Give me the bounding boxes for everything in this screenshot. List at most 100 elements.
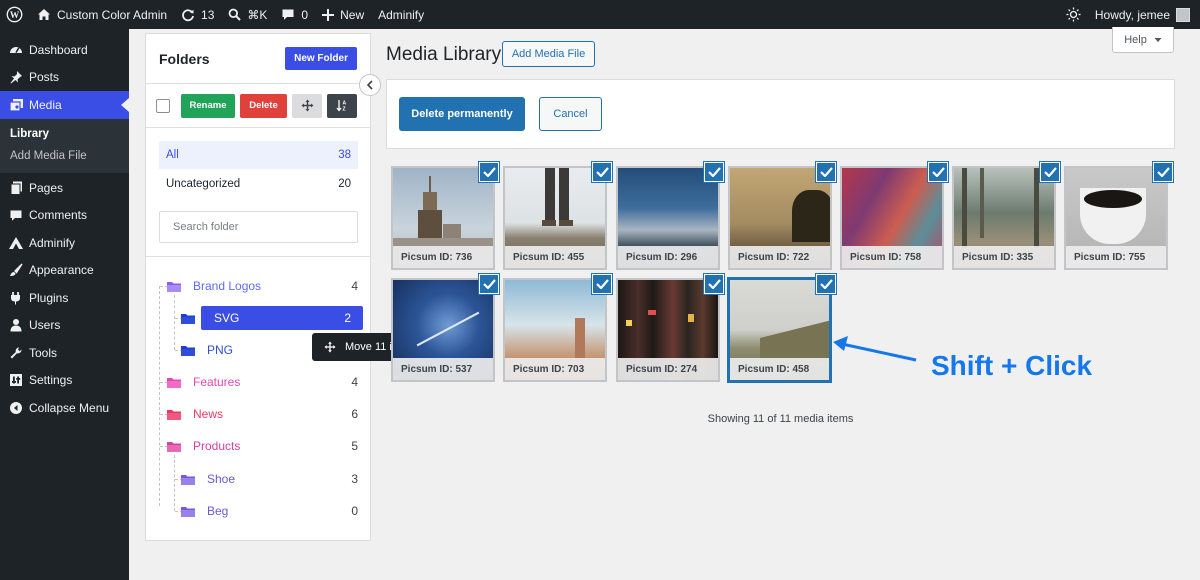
sidebar-item-media[interactable]: Media <box>0 91 129 119</box>
folder-news[interactable]: News 6 <box>167 402 358 426</box>
checkmark-icon[interactable] <box>816 274 836 294</box>
sidebar-item-collapse-menu[interactable]: Collapse Menu <box>0 394 129 422</box>
checkmark-icon[interactable] <box>479 162 499 182</box>
search-link[interactable]: ⌘K <box>221 0 274 29</box>
move-folder-button[interactable] <box>292 93 322 118</box>
folder-beg[interactable]: Beg 0 <box>181 499 358 523</box>
annotation-text: Shift + Click <box>931 350 1093 381</box>
plugin-icon <box>8 290 24 306</box>
folder-count: 0 <box>351 504 358 518</box>
page-title: Media Library <box>386 44 502 65</box>
sidebar-label: Adminify <box>29 235 76 250</box>
submenu-add-media-file[interactable]: Add Media File <box>0 145 129 167</box>
adminify-link[interactable]: Adminify <box>371 0 431 29</box>
folder-icon <box>181 506 195 517</box>
media-caption: Picsum ID: 537 <box>393 358 493 380</box>
sort-button[interactable]: AZ <box>327 93 357 118</box>
comments-count: 0 <box>301 7 309 22</box>
sidebar-label: Collapse Menu <box>29 400 110 415</box>
sidebar-item-comments[interactable]: Comments <box>0 202 129 230</box>
sidebar-label: Comments <box>29 208 88 223</box>
collapse-panel-button[interactable] <box>359 74 381 96</box>
media-caption: Picsum ID: 758 <box>842 246 942 268</box>
delete-permanently-button[interactable]: Delete permanently <box>399 97 525 131</box>
folder-uncategorized[interactable]: Uncategorized 20 <box>159 170 358 198</box>
uncategorized-count: 20 <box>338 178 351 190</box>
folder-count: 2 <box>344 311 351 325</box>
folder-brand-logos[interactable]: Brand Logos 4 <box>167 274 358 298</box>
folder-shoe[interactable]: Shoe 3 <box>181 467 358 491</box>
folder-svg[interactable]: SVG 2 <box>181 306 358 330</box>
wrench-icon <box>8 345 24 361</box>
folder-all[interactable]: All 38 <box>159 141 358 169</box>
sidebar-item-pages[interactable]: Pages <box>0 174 129 202</box>
home-icon <box>38 9 50 20</box>
checkmark-icon[interactable] <box>592 162 612 182</box>
rename-button[interactable]: Rename <box>181 93 235 118</box>
folder-products[interactable]: Products 5 <box>167 434 358 458</box>
folder-label: Products <box>193 439 241 453</box>
pin-icon <box>8 69 24 85</box>
brush-icon <box>8 262 24 278</box>
site-name-link[interactable]: Custom Color Admin <box>30 0 174 29</box>
media-caption: Picsum ID: 458 <box>730 358 829 380</box>
sidebar-label: Tools <box>29 345 58 360</box>
media-submenu: Library Add Media File <box>0 119 129 173</box>
new-folder-button[interactable]: New Folder <box>285 47 357 70</box>
checkmark-icon[interactable] <box>1153 162 1173 182</box>
checkmark-icon[interactable] <box>816 162 836 182</box>
svg-text:Z: Z <box>342 107 345 113</box>
folder-label: SVG <box>214 311 240 325</box>
site-name: Custom Color Admin <box>57 7 168 22</box>
help-button[interactable]: Help <box>1112 27 1174 53</box>
delete-button[interactable]: Delete <box>240 93 287 118</box>
new-label: New <box>340 7 365 22</box>
sidebar-item-appearance[interactable]: Appearance <box>0 257 129 285</box>
checkmark-icon[interactable] <box>704 274 724 294</box>
folder-label: PNG <box>207 343 234 357</box>
wordpress-logo-icon[interactable]: W <box>0 0 30 29</box>
annotation-arrow-icon <box>833 336 917 362</box>
account-menu[interactable]: Howdy, jemee <box>1088 0 1200 29</box>
sidebar-item-plugins[interactable]: Plugins <box>0 284 129 312</box>
checkmark-icon[interactable] <box>479 274 499 294</box>
folders-title: Folders <box>159 50 210 67</box>
updates-count: 13 <box>201 7 215 22</box>
media-caption: Picsum ID: 296 <box>618 246 718 268</box>
collapse-icon <box>8 400 24 416</box>
search-folder-input[interactable]: Search folder <box>159 211 358 243</box>
media-caption: Picsum ID: 736 <box>393 246 493 268</box>
select-all-checkbox[interactable] <box>156 98 170 113</box>
theme-toggle[interactable] <box>1059 0 1088 29</box>
adminify-label: Adminify <box>378 7 425 22</box>
chevron-left-icon <box>366 80 373 90</box>
tree-line <box>174 455 175 511</box>
sidebar-item-users[interactable]: Users <box>0 312 129 340</box>
folder-icon <box>181 474 195 485</box>
updates-link[interactable]: 13 <box>174 0 221 29</box>
cancel-button[interactable]: Cancel <box>539 97 602 131</box>
comments-link[interactable]: 0 <box>274 0 315 29</box>
all-label: All <box>166 149 179 161</box>
checkmark-icon[interactable] <box>592 274 612 294</box>
sidebar-label: Posts <box>29 70 60 85</box>
sidebar-label: Plugins <box>29 290 69 305</box>
folder-count: 4 <box>351 279 358 293</box>
folder-label: Beg <box>207 504 229 518</box>
sidebar-item-adminify[interactable]: Adminify <box>0 229 129 257</box>
add-media-file-button[interactable]: Add Media File <box>502 41 595 67</box>
move-icon <box>301 99 313 112</box>
new-content-link[interactable]: New <box>315 0 371 29</box>
sidebar-item-posts[interactable]: Posts <box>0 64 129 92</box>
sidebar-item-settings[interactable]: Settings <box>0 367 129 395</box>
folder-count: 5 <box>351 439 358 453</box>
folder-features[interactable]: Features 4 <box>167 370 358 394</box>
submenu-library[interactable]: Library <box>0 123 129 145</box>
checkmark-icon[interactable] <box>704 162 724 182</box>
sidebar-item-dashboard[interactable]: Dashboard <box>0 36 129 64</box>
checkmark-icon[interactable] <box>1040 162 1060 182</box>
sidebar-item-tools[interactable]: Tools <box>0 339 129 367</box>
help-label: Help <box>1124 33 1147 46</box>
media-caption: Picsum ID: 274 <box>618 358 718 380</box>
checkmark-icon[interactable] <box>928 162 948 182</box>
